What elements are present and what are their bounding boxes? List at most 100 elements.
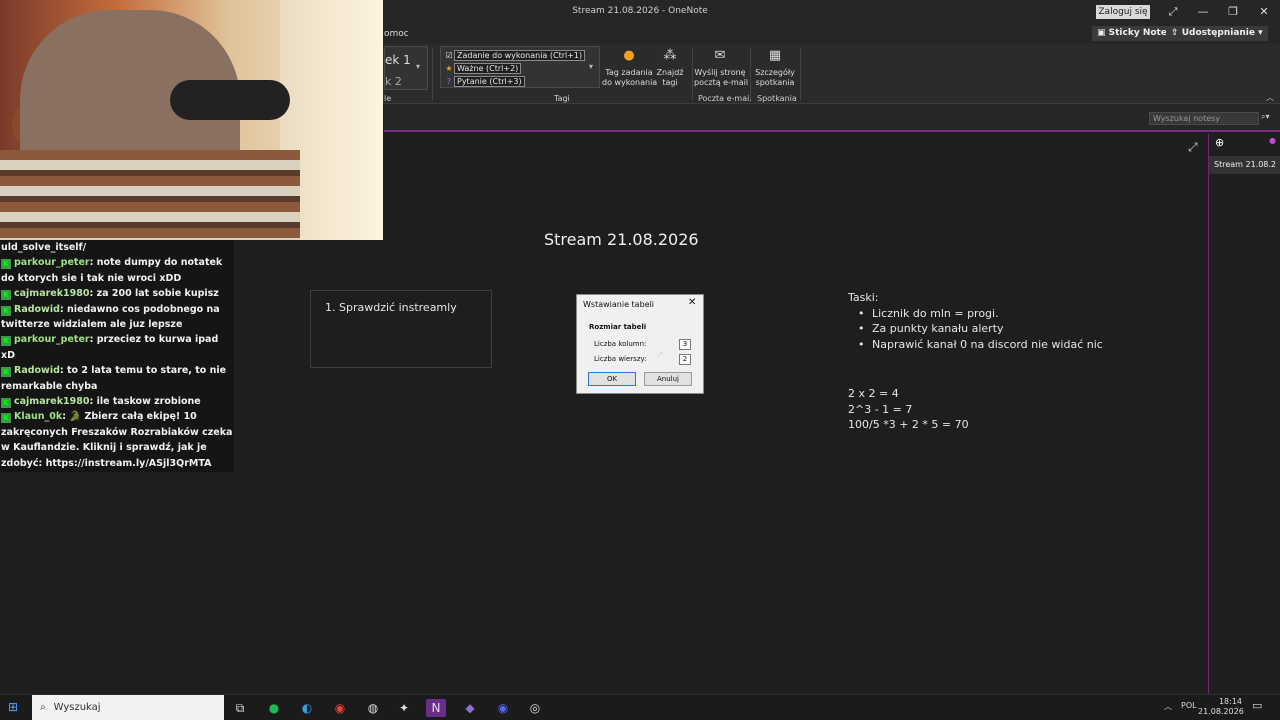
windows-start-icon[interactable]: ⊞ <box>8 700 18 714</box>
share-button[interactable]: ⇪ Udostępnianie ▾ <box>1166 26 1268 41</box>
star-icon: ★ <box>445 64 453 73</box>
math-line: 100/5 *3 + 2 * 5 = 70 <box>848 418 969 431</box>
cancel-button[interactable]: Anuluj <box>644 372 692 386</box>
tag-item-todo[interactable]: ☑ Zadanie do wykonania (Ctrl+1) <box>444 50 586 62</box>
chat-text: za 200 lat sobie kupisz <box>96 288 219 300</box>
list-item[interactable]: 1. Sprawdzić instreamly <box>325 301 457 314</box>
app-icon[interactable]: ◎ <box>525 699 545 717</box>
styles-group-label: le <box>384 94 392 103</box>
chevron-up-icon[interactable]: ︿ <box>1164 701 1172 712</box>
chat-message: K Radowid: to 2 lata temu to stare, to ni… <box>1 365 227 392</box>
badge-icon: K <box>1 336 11 347</box>
shirt <box>0 150 300 240</box>
meeting-details-button[interactable]: ▦ Szczegóły spotkania <box>752 46 798 88</box>
search-notebooks-input[interactable]: Wyszukaj notesy <box>1149 112 1259 125</box>
share-label: Udostępnianie <box>1181 28 1255 38</box>
rows-label: Liczba wierszy: <box>594 355 647 363</box>
tag-label: Zadanie do wykonania (Ctrl+1) <box>454 50 586 61</box>
page-list-item[interactable]: Stream 21.08.2 <box>1209 156 1280 174</box>
chat-message: Kparkour_peter: przeciez to kurwa ipad x… <box>1 334 219 361</box>
insert-table-dialog: Wstawianie tabeli ✕ Rozmiar tabeli Liczb… <box>576 294 704 394</box>
badge-icon: K <box>1 305 11 316</box>
todo-tag-button[interactable]: ● Tag zadania do wykonania <box>602 46 658 88</box>
expand-icon[interactable]: ⤢ <box>1188 140 1198 155</box>
todo-tag-label: Tag zadania do wykonania <box>602 68 658 87</box>
dialog-group-label: Rozmiar tabeli <box>589 323 647 331</box>
app-icon[interactable]: ✦ <box>394 699 414 717</box>
fullscreen-icon[interactable]: ⤢ <box>1162 4 1184 20</box>
tags-more-icon[interactable]: ▾ <box>589 62 593 71</box>
chat-text: uld_solve_itself/ <box>1 242 87 253</box>
search-icon[interactable]: ⌕▾ <box>1261 112 1270 122</box>
ok-button[interactable]: OK <box>588 372 636 386</box>
badge-icon: K <box>1 259 11 270</box>
close-icon[interactable]: ✕ <box>688 297 696 308</box>
styles-more-icon[interactable]: ▾ <box>416 62 420 71</box>
maximize-button[interactable]: ❐ <box>1222 4 1244 20</box>
page-canvas[interactable]: ⤢ Stream 21.08.2026 1. Sprawdzić instrea… <box>310 134 1208 694</box>
twitch-icon[interactable]: ◆ <box>460 699 480 717</box>
tag-item-question[interactable]: ? Pytanie (Ctrl+3) <box>444 76 525 88</box>
rows-input[interactable]: 2 <box>679 354 691 365</box>
tags-group-label: Tagi <box>554 94 570 103</box>
divider <box>432 48 433 100</box>
tag-item-important[interactable]: ★ Ważne (Ctrl+2) <box>444 63 522 75</box>
chat-message: K Radowid: niedawno cos podobnego na twit… <box>1 303 220 331</box>
onenote-icon[interactable]: N <box>426 699 446 717</box>
list-item: Licznik do mln = progi. <box>858 306 1103 322</box>
clock[interactable]: 18:14 21.08.2026 <box>1198 697 1244 717</box>
page-title[interactable]: Stream 21.08.2026 <box>544 230 699 249</box>
style-heading-2[interactable]: k 2 <box>385 75 402 88</box>
sticky-notes-button[interactable]: ▣ Sticky Notes <box>1092 26 1178 41</box>
task-view-icon[interactable]: ⧉ <box>230 699 250 717</box>
list-item: Naprawić kanał 0 na discord nie widać ni… <box>858 337 1103 353</box>
question-icon: ? <box>446 77 452 86</box>
note-container[interactable]: 1. Sprawdzić instreamly <box>310 290 492 368</box>
share-icon: ⇪ <box>1171 28 1182 38</box>
math-container[interactable]: 2 x 2 = 4 2^3 - 1 = 7 100/5 *3 + 2 * 5 =… <box>848 386 969 433</box>
microphone-icon <box>170 80 290 120</box>
spotify-icon[interactable]: ● <box>264 699 284 717</box>
minimize-button[interactable]: — <box>1192 4 1214 20</box>
chat-text: ile taskow zrobione <box>96 396 201 408</box>
tags-gallery: ☑ Zadanie do wykonania (Ctrl+1) ★ Ważne (C… <box>440 46 600 88</box>
sign-in-button[interactable]: Zaloguj się <box>1096 5 1150 19</box>
page-list-panel: ⊕ ● Stream 21.08.2 <box>1208 134 1280 694</box>
find-tags-button[interactable]: ⁂ Znajdź tagi <box>654 46 686 88</box>
close-button[interactable]: ✕ <box>1253 4 1275 20</box>
columns-input[interactable]: 3 <box>679 339 691 350</box>
chevron-down-icon: ▾ <box>1255 28 1263 38</box>
todo-tag-icon: ● <box>623 48 635 63</box>
checkbox-icon: ☑ <box>445 51 453 60</box>
taskbar-search[interactable]: ⌕ Wyszukaj <box>32 695 224 720</box>
email-page-label: Wyślij stronę pocztą e-mail <box>694 68 749 87</box>
meeting-icon: ▦ <box>768 48 782 63</box>
styles-gallery[interactable]: ek 1 k 2 <box>384 46 428 90</box>
taskbar: ⊞ ⌕ Wyszukaj ⧉ ● ◐ ◉ ◍ ✦ N ◆ ◉ ◎ ︿ POL 18… <box>0 694 1280 720</box>
chat-user: Radowid <box>14 365 60 377</box>
tab-help[interactable]: omoc <box>384 29 409 39</box>
math-line: 2 x 2 = 4 <box>848 387 899 400</box>
notifications-icon[interactable]: ▭ <box>1252 699 1262 712</box>
envelope-icon: ✉ <box>714 48 726 63</box>
tag-label: Pytanie (Ctrl+3) <box>454 76 525 87</box>
style-heading-1[interactable]: ek 1 <box>385 53 411 67</box>
chat-user: Radowid <box>14 303 60 315</box>
obs-icon[interactable]: ◍ <box>363 699 383 717</box>
divider <box>692 48 693 100</box>
chrome-icon[interactable]: ◉ <box>330 699 350 717</box>
email-page-button[interactable]: ✉ Wyślij stronę pocztą e-mail <box>694 46 749 88</box>
chat-user: cajmarek1980 <box>14 396 90 408</box>
language-indicator[interactable]: POL <box>1181 701 1197 710</box>
discord-icon[interactable]: ◉ <box>493 699 513 717</box>
taskbar-search-label: Wyszukaj <box>53 702 101 713</box>
tasks-container[interactable]: Taski: Licznik do mln = progi. Za punkty… <box>848 290 1103 352</box>
list-item: Za punkty kanału alerty <box>858 321 1103 337</box>
clock-date: 21.08.2026 <box>1198 707 1244 716</box>
add-page-icon[interactable]: ⊕ <box>1215 136 1224 149</box>
tag-label: Ważne (Ctrl+2) <box>454 63 522 74</box>
collapse-ribbon-icon[interactable]: ︿ <box>1266 92 1274 103</box>
edge-icon[interactable]: ◐ <box>297 699 317 717</box>
chat-user: parkour_peter <box>14 334 90 346</box>
tasks-heading: Taski: <box>848 291 879 304</box>
